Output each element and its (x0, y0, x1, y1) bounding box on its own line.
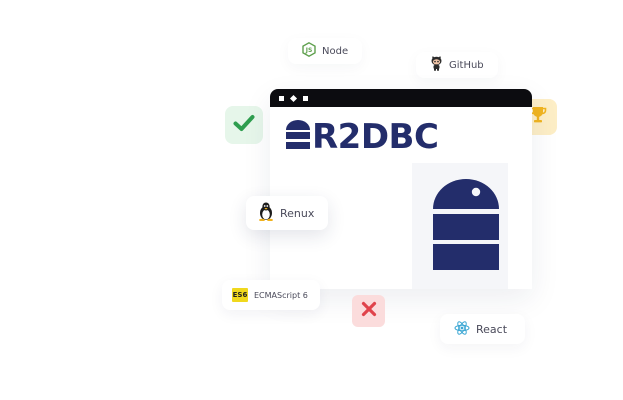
renux-label: Renux (280, 206, 315, 220)
hero-illustration: JS Node GitHub R2DBC Renux ES6 ECMAScrip… (0, 0, 623, 400)
r2dbc-logo: R2DBC (286, 116, 439, 157)
close-icon (361, 301, 377, 322)
window-control-square (303, 95, 308, 101)
database-icon (432, 177, 500, 282)
github-label: GitHub (449, 59, 484, 71)
database-panel (412, 163, 508, 289)
node-badge: JS Node (288, 38, 363, 64)
renux-badge: Renux (246, 196, 329, 230)
linux-tux-icon (258, 202, 274, 224)
nodejs-icon: JS (302, 41, 316, 60)
error-tile (352, 295, 385, 327)
es6-icon: ES6 (232, 288, 248, 302)
window-control-square (279, 95, 284, 101)
database-stripes-icon (286, 118, 310, 155)
github-octocat-icon (430, 56, 443, 74)
ecmascript-badge: ES6 ECMAScript 6 (222, 280, 320, 310)
success-tile (225, 106, 263, 144)
node-label: Node (322, 45, 349, 57)
window-control-diamond (289, 94, 298, 102)
github-badge: GitHub (416, 52, 498, 78)
browser-window: R2DBC (270, 89, 532, 289)
svg-text:JS: JS (305, 47, 313, 54)
react-label: React (476, 322, 508, 336)
logo-text: R2DBC (312, 116, 439, 157)
checkmark-icon (233, 114, 255, 137)
ecmascript-label: ECMAScript 6 (254, 290, 308, 300)
react-icon (454, 320, 470, 339)
react-badge: React (440, 314, 526, 344)
window-title-bar (270, 89, 532, 107)
